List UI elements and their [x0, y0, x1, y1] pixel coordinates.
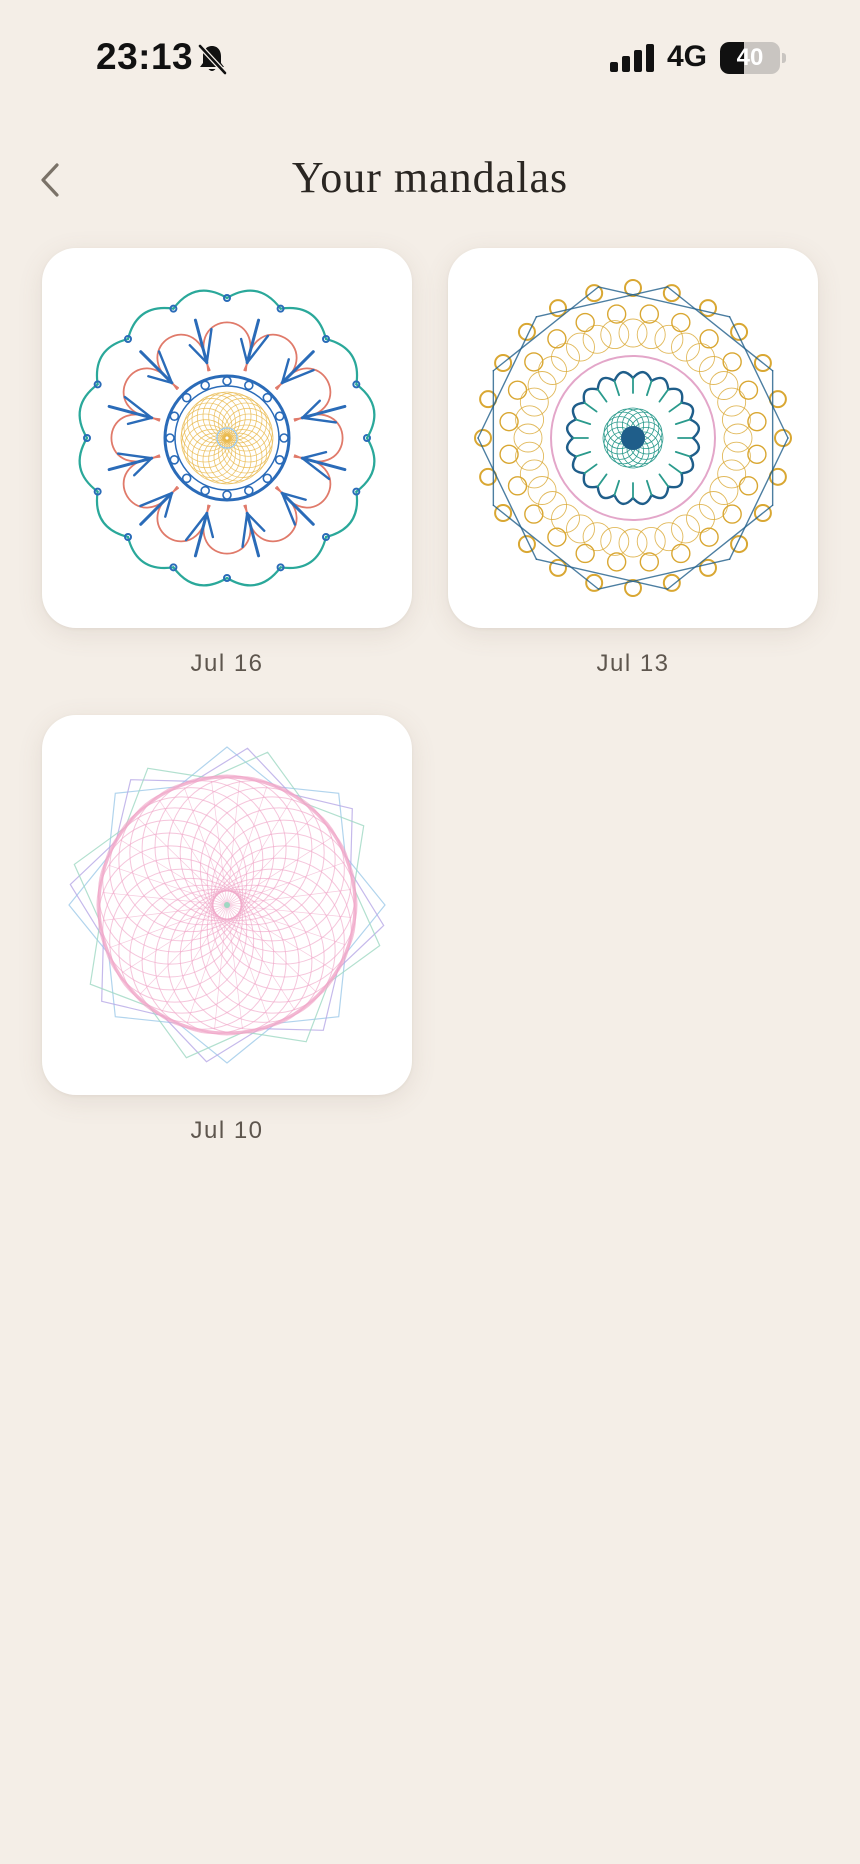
battery-level: 40 [736, 44, 764, 71]
mandala-image [78, 289, 376, 587]
bell-muted-icon [198, 44, 227, 75]
network-type: 4G [667, 40, 708, 73]
status-bar: 23:13 4G 40 [0, 0, 860, 110]
page-title: Your mandalas [291, 153, 569, 202]
mandala-card[interactable] [42, 715, 412, 1095]
status-time: 23:13 [96, 36, 194, 77]
mandala-item: Jul 16 [42, 248, 412, 678]
mandala-image [68, 746, 386, 1064]
mandala-date: Jul 10 [190, 1117, 264, 1144]
mandala-item: Jul 13 [448, 248, 818, 678]
cellular-signal-icon [610, 44, 654, 72]
battery-icon: 40 [720, 42, 788, 74]
mandala-item: Jul 10 [42, 715, 412, 1145]
mandala-card[interactable] [448, 248, 818, 628]
mandala-date: Jul 13 [596, 650, 670, 677]
mandala-card[interactable] [42, 248, 412, 628]
mandala-image [474, 279, 792, 597]
mandala-date: Jul 16 [190, 650, 264, 677]
